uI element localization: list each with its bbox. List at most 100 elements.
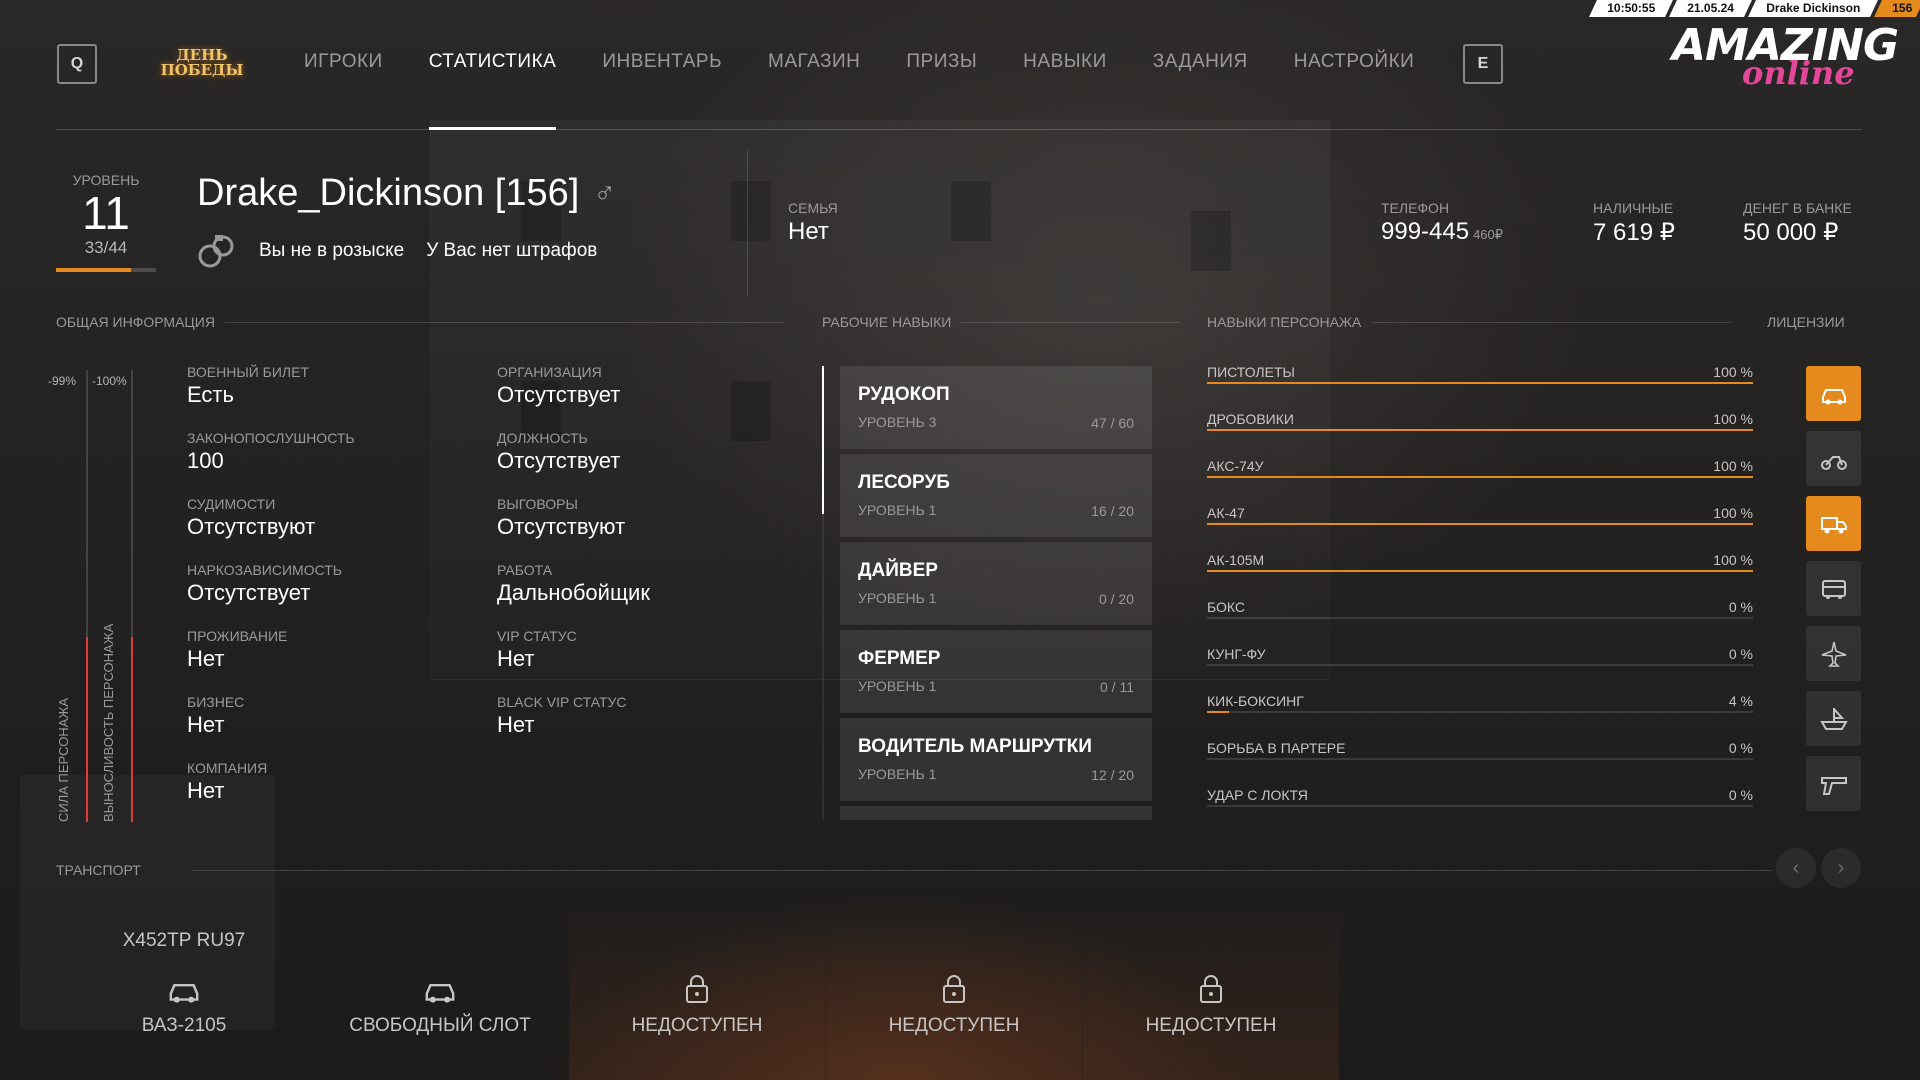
- skill-progress-track: [1207, 476, 1753, 478]
- license-boat[interactable]: [1806, 691, 1861, 746]
- skill-name: ПИСТОЛЕТЫ: [1207, 364, 1295, 380]
- character-skill-row: КУНГ-ФУ 0 %: [1207, 646, 1753, 686]
- level-label: УРОВЕНЬ: [72, 172, 140, 188]
- tab-shop[interactable]: МАГАЗИН: [768, 51, 860, 131]
- car-icon: [56, 972, 312, 1008]
- tab-players[interactable]: ИГРОКИ: [304, 51, 383, 131]
- transport-slot[interactable]: Х452ТР RU97 ВАЗ-2105: [56, 910, 312, 1080]
- skill-progress-track: [1207, 758, 1753, 760]
- status-player: Drake Dickinson: [1747, 0, 1878, 17]
- strength-bar: [86, 370, 88, 822]
- character-skill-row: АК-105М 100 %: [1207, 552, 1753, 592]
- character-skill-row: ДРОБОВИКИ 100 %: [1207, 411, 1753, 451]
- transport-slot-locked[interactable]: НЕДОСТУПЕН: [826, 910, 1082, 1080]
- work-skill-card[interactable]: ФЕРМЕР УРОВЕНЬ 1 0 / 11: [840, 630, 1152, 713]
- boat-icon: [1819, 707, 1848, 730]
- info-military-id: ВОЕННЫЙ БИЛЕТ Есть: [187, 364, 309, 407]
- skill-progress-fill: [1207, 476, 1753, 478]
- info-business: БИЗНЕС Нет: [187, 694, 245, 737]
- wanted-status: Вы не в розыске: [259, 240, 405, 261]
- info-vip-status: VIP СТАТУС Нет: [497, 628, 577, 671]
- skill-progress-track: [1207, 805, 1753, 807]
- work-skill-card-partial[interactable]: [840, 806, 1152, 820]
- prev-tab-key-button[interactable]: Q: [57, 44, 97, 84]
- skill-percent: 100 %: [1713, 458, 1753, 474]
- skill-percent: 100 %: [1713, 552, 1753, 568]
- work-skill-card[interactable]: РУДОКОП УРОВЕНЬ 3 47 / 60: [840, 366, 1152, 449]
- endurance-label: ВЫНОСЛИВОСТЬ ПЕРСОНАЖА: [101, 623, 116, 822]
- car-icon: [312, 972, 568, 1008]
- info-organization: ОРГАНИЗАЦИЯ Отсутствует: [497, 364, 621, 407]
- cash-stat: НАЛИЧНЫЕ 7 619 ₽: [1593, 200, 1675, 246]
- character-skill-row: УДАР С ЛОКТЯ 0 %: [1207, 787, 1753, 827]
- tab-prizes[interactable]: ПРИЗЫ: [906, 51, 977, 131]
- tab-quests[interactable]: ЗАДАНИЯ: [1153, 51, 1248, 131]
- level-block: УРОВЕНЬ 11 33/44: [56, 172, 156, 258]
- bank-stat: ДЕНЕГ В БАНКЕ 50 000 ₽: [1743, 200, 1852, 246]
- vehicle-name: СВОБОДНЫЙ СЛОТ: [349, 1015, 531, 1036]
- general-info-title: ОБЩАЯ ИНФОРМАЦИЯ: [56, 314, 785, 330]
- transport-next-arrow[interactable]: ›: [1821, 848, 1861, 888]
- endurance-bar: [131, 370, 133, 822]
- main-nav: ИГРОКИ СТАТИСТИКА ИНВЕНТАРЬ МАГАЗИН ПРИЗ…: [304, 51, 1414, 131]
- vehicle-name: НЕДОСТУПЕН: [1145, 1015, 1277, 1036]
- skill-name: ДРОБОВИКИ: [1207, 411, 1294, 427]
- truck-icon: [1820, 516, 1847, 533]
- fines-status: У Вас нет штрафов: [426, 240, 598, 261]
- license-pistol[interactable]: [1806, 756, 1861, 811]
- transport-slot-locked[interactable]: НЕДОСТУПЕН: [1083, 910, 1339, 1080]
- endurance-percent: -100%: [92, 374, 127, 388]
- info-company: КОМПАНИЯ Нет: [187, 760, 268, 803]
- status-date: 21.05.24: [1669, 0, 1752, 17]
- handcuffs-icon: [198, 235, 234, 268]
- vehicle-name: НЕДОСТУПЕН: [888, 1015, 1020, 1036]
- license-plane[interactable]: [1806, 626, 1861, 681]
- transport-prev-arrow[interactable]: ‹: [1776, 848, 1816, 888]
- strength-percent: -99%: [48, 374, 77, 388]
- motorcycle-icon: [1820, 455, 1847, 470]
- skill-name: АК-105М: [1207, 552, 1265, 568]
- lock-icon: [826, 972, 1082, 1008]
- skill-name: КИК-БОКСИНГ: [1207, 693, 1304, 709]
- license-truck[interactable]: [1806, 496, 1861, 551]
- tab-statistics[interactable]: СТАТИСТИКА: [428, 51, 557, 131]
- tab-skills[interactable]: НАВЫКИ: [1023, 51, 1107, 131]
- work-skill-card[interactable]: ДАЙВЕР УРОВЕНЬ 1 0 / 20: [840, 542, 1152, 625]
- info-residence: ПРОЖИВАНИЕ Нет: [187, 628, 288, 671]
- next-tab-key-button[interactable]: E: [1463, 44, 1503, 84]
- license-car[interactable]: [1806, 366, 1861, 421]
- skill-name: АК-47: [1207, 505, 1245, 521]
- licenses-title: ЛИЦЕНЗИИ: [1767, 314, 1845, 330]
- info-position: ДОЛЖНОСТЬ Отсутствует: [497, 430, 621, 473]
- license-motorcycle[interactable]: [1806, 431, 1861, 486]
- skill-percent: 100 %: [1713, 505, 1753, 521]
- character-skill-row: ПИСТОЛЕТЫ 100 %: [1207, 364, 1753, 404]
- info-addiction: НАРКОЗАВИСИМОСТЬ Отсутствует: [187, 562, 342, 605]
- family-stat: СЕМЬЯ Нет: [788, 200, 838, 245]
- lock-icon: [569, 972, 825, 1008]
- work-skills-scrollbar[interactable]: [822, 366, 824, 820]
- status-time: 10:50:55: [1589, 0, 1674, 17]
- skill-name: УДАР С ЛОКТЯ: [1207, 787, 1308, 803]
- license-bus[interactable]: [1806, 561, 1861, 616]
- skill-percent: 100 %: [1713, 411, 1753, 427]
- player-name: Drake_Dickinson [156] ♂: [197, 172, 616, 214]
- tab-inventory[interactable]: ИНВЕНТАРЬ: [602, 51, 722, 131]
- tab-settings[interactable]: НАСТРОЙКИ: [1294, 51, 1415, 131]
- transport-slot[interactable]: СВОБОДНЫЙ СЛОТ: [312, 910, 568, 1080]
- character-skill-row: БОКС 0 %: [1207, 599, 1753, 639]
- work-skill-card[interactable]: ЛЕСОРУБ УРОВЕНЬ 1 16 / 20: [840, 454, 1152, 537]
- strength-label: СИЛА ПЕРСОНАЖА: [56, 697, 71, 822]
- info-job: РАБОТА Дальнобойщик: [497, 562, 650, 605]
- info-reprimands: ВЫГОВОРЫ Отсутствуют: [497, 496, 626, 539]
- header-divider: [747, 150, 748, 295]
- skill-progress-track: [1207, 617, 1753, 619]
- bus-icon: [1821, 579, 1846, 599]
- character-skill-row: КИК-БОКСИНГ 4 %: [1207, 693, 1753, 733]
- transport-slot-locked[interactable]: НЕДОСТУПЕН: [569, 910, 825, 1080]
- transport-title: ТРАНСПОРТ: [56, 862, 141, 878]
- work-skill-card[interactable]: ВОДИТЕЛЬ МАРШРУТКИ УРОВЕНЬ 1 12 / 20: [840, 718, 1152, 801]
- male-icon: ♂: [593, 176, 616, 210]
- character-skill-row: АК-47 100 %: [1207, 505, 1753, 545]
- info-law-abiding: ЗАКОНОПОСЛУШНОСТЬ 100: [187, 430, 355, 473]
